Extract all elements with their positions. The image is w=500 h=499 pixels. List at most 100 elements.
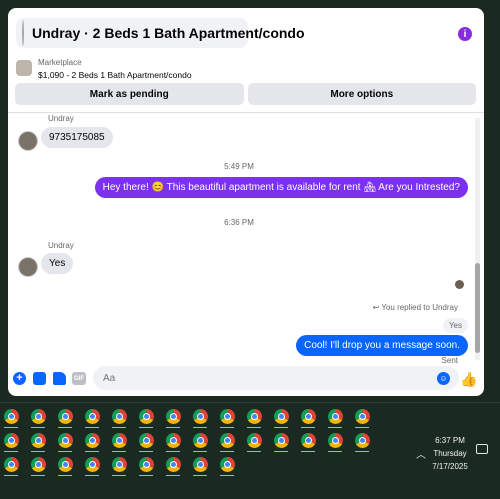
mark-as-pending-button[interactable]: Mark as pending	[15, 83, 244, 105]
chrome-icon[interactable]	[58, 409, 73, 424]
running-indicator	[85, 427, 99, 428]
chrome-icon[interactable]	[301, 409, 316, 424]
photo-icon[interactable]	[33, 372, 46, 385]
add-circle-icon[interactable]: +	[13, 372, 26, 385]
chrome-icon[interactable]	[247, 409, 262, 424]
listing-source: Marketplace	[38, 58, 82, 67]
chrome-icon[interactable]	[193, 409, 208, 424]
running-indicator	[220, 475, 234, 476]
running-indicator	[274, 427, 288, 428]
message-outgoing[interactable]: Hey there! 😊 This beautiful apartment is…	[94, 177, 468, 198]
gif-icon[interactable]: GIF	[72, 372, 86, 385]
avatar	[18, 257, 38, 277]
running-indicator	[301, 451, 315, 452]
chrome-icon[interactable]	[85, 433, 100, 448]
composer: + GIF ☺ 👍	[8, 362, 484, 396]
message-input[interactable]	[93, 366, 459, 390]
running-indicator	[220, 451, 234, 452]
chrome-icon[interactable]	[328, 409, 343, 424]
running-indicator	[139, 427, 153, 428]
clock-date: 7/17/2025	[432, 462, 468, 471]
running-indicator	[247, 451, 261, 452]
chrome-icon[interactable]	[139, 433, 154, 448]
message-incoming[interactable]: 9735175085	[41, 127, 113, 148]
running-indicator	[193, 427, 207, 428]
running-indicator	[166, 451, 180, 452]
chrome-icon[interactable]	[31, 457, 46, 472]
chrome-icon[interactable]	[31, 409, 46, 424]
message-incoming[interactable]: Yes	[41, 253, 74, 274]
chrome-icon[interactable]	[301, 433, 316, 448]
chrome-icon[interactable]	[166, 409, 181, 424]
chrome-icon[interactable]	[328, 433, 343, 448]
chrome-icon[interactable]	[139, 409, 154, 424]
thumbs-up-icon[interactable]: 👍	[460, 371, 477, 387]
sender-name: Undray	[48, 241, 74, 250]
chrome-icon[interactable]	[112, 409, 127, 424]
running-indicator	[31, 427, 45, 428]
chrome-icon[interactable]	[193, 433, 208, 448]
info-icon[interactable]: i	[458, 27, 472, 41]
listing-summary[interactable]: Marketplace $1,090 - 2 Beds 1 Bath Apart…	[12, 58, 480, 84]
chrome-icon[interactable]	[58, 433, 73, 448]
message-outgoing[interactable]: Cool! I'll drop you a message soon.	[296, 335, 468, 356]
sender-name: Undray	[48, 114, 74, 123]
chrome-icon[interactable]	[85, 457, 100, 472]
running-indicator	[328, 427, 342, 428]
chrome-icon[interactable]	[274, 433, 289, 448]
scrollbar-thumb[interactable]	[475, 263, 480, 353]
chrome-icon[interactable]	[4, 433, 19, 448]
clock[interactable]: 6:37 PM Thursday 7/17/2025	[428, 434, 472, 473]
listing-avatar	[22, 20, 24, 46]
notification-icon[interactable]	[476, 444, 488, 454]
running-indicator	[139, 451, 153, 452]
chrome-icon[interactable]	[112, 457, 127, 472]
sticker-icon[interactable]	[53, 372, 66, 385]
chrome-icon[interactable]	[166, 457, 181, 472]
running-indicator	[247, 427, 261, 428]
running-indicator	[112, 475, 126, 476]
running-indicator	[31, 451, 45, 452]
running-indicator	[58, 427, 72, 428]
chrome-icon[interactable]	[220, 433, 235, 448]
chrome-icon[interactable]	[139, 457, 154, 472]
chevron-up-icon[interactable]: ︿	[416, 446, 426, 461]
chrome-icon[interactable]	[112, 433, 127, 448]
running-indicator	[112, 427, 126, 428]
chrome-icon[interactable]	[274, 409, 289, 424]
listing-title: $1,090 - 2 Beds 1 Bath Apartment/condo	[38, 70, 192, 80]
avatar	[18, 131, 38, 151]
clock-time: 6:37 PM	[435, 436, 465, 445]
more-options-button[interactable]: More options	[247, 83, 476, 105]
running-indicator	[31, 475, 45, 476]
running-indicator	[58, 475, 72, 476]
chat-title-button[interactable]: Undray · 2 Beds 1 Bath Apartment/condo	[16, 18, 305, 48]
message-thread: Undray 9735175085 5:49 PM Hey there! 😊 T…	[8, 113, 470, 365]
quoted-message[interactable]: Yes	[442, 318, 468, 333]
reply-note-text: You replied to Undray	[381, 303, 458, 312]
chrome-icon[interactable]	[4, 409, 19, 424]
listing-thumbnail	[16, 60, 32, 76]
chrome-icon[interactable]	[193, 457, 208, 472]
timestamp: 5:49 PM	[224, 162, 254, 171]
chrome-icon[interactable]	[85, 409, 100, 424]
seen-avatar	[455, 280, 464, 289]
running-indicator	[112, 451, 126, 452]
clock-day: Thursday	[433, 449, 467, 458]
chrome-icon[interactable]	[31, 433, 46, 448]
emoji-icon[interactable]: ☺	[437, 372, 450, 385]
chrome-icon[interactable]	[355, 409, 370, 424]
chrome-icon[interactable]	[247, 433, 262, 448]
chrome-icon[interactable]	[355, 433, 370, 448]
chrome-icon[interactable]	[166, 433, 181, 448]
running-indicator	[220, 427, 234, 428]
running-indicator	[166, 475, 180, 476]
scrollbar[interactable]	[475, 118, 480, 360]
chrome-icon[interactable]	[220, 457, 235, 472]
chrome-icon[interactable]	[58, 457, 73, 472]
timestamp: 6:36 PM	[224, 218, 254, 227]
chrome-icon[interactable]	[4, 457, 19, 472]
chat-header: Undray · 2 Beds 1 Bath Apartment/condo i	[12, 12, 480, 56]
chat-title: Undray · 2 Beds 1 Bath Apartment/condo	[32, 25, 305, 41]
chrome-icon[interactable]	[220, 409, 235, 424]
